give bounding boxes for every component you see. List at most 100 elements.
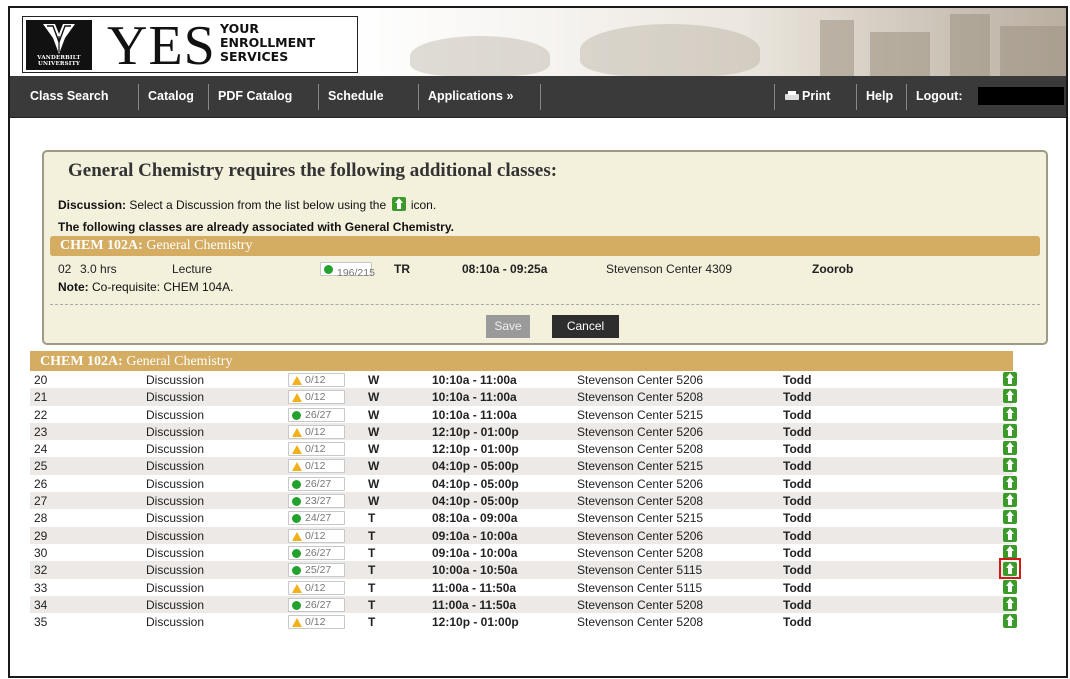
banner-building <box>870 32 930 76</box>
instructor: Todd <box>783 597 812 612</box>
warning-triangle-icon <box>292 393 302 403</box>
meeting-days: T <box>368 563 376 578</box>
meeting-days: W <box>368 390 380 405</box>
banner-building <box>1000 26 1066 76</box>
discussion-text: icon. <box>410 198 437 212</box>
seat-availability: 0/12 <box>288 424 345 439</box>
cancel-button[interactable]: Cancel <box>552 315 619 338</box>
nav-print[interactable]: Print <box>785 76 830 118</box>
arrow-up-icon[interactable] <box>1003 544 1017 559</box>
seat-count: 0/12 <box>305 425 326 438</box>
discussion-text: Select a Discussion from the list below … <box>129 198 387 212</box>
meeting-days: T <box>368 545 376 560</box>
green-dot-icon <box>292 600 301 610</box>
arrow-up-icon[interactable] <box>1003 510 1017 525</box>
arrow-up-icon[interactable] <box>1003 579 1017 594</box>
seat-availability: 23/27 <box>288 494 345 509</box>
location: Stevenson Center 5115 <box>577 563 703 578</box>
seat-count: 0/12 <box>305 616 326 629</box>
arrow-up-icon[interactable] <box>1003 389 1017 404</box>
meeting-time: 11:00a - 11:50a <box>432 597 517 612</box>
arrow-up-icon[interactable] <box>1003 493 1017 508</box>
credit-hours: 3.0 hrs <box>80 262 117 276</box>
instructor: Todd <box>783 390 812 405</box>
save-button[interactable]: Save <box>486 315 530 338</box>
component: Discussion <box>146 528 205 543</box>
nav-schedule[interactable]: Schedule <box>328 76 384 118</box>
instructor: Todd <box>783 459 812 474</box>
arrow-up-icon[interactable] <box>1003 406 1017 421</box>
yes-logo[interactable]: VANDERBILT UNIVERSITY YES YOUR ENROLLMEN… <box>22 15 358 77</box>
nav-divider <box>774 84 775 110</box>
component: Discussion <box>146 459 205 474</box>
seat-count: 0/12 <box>305 529 326 542</box>
component: Discussion <box>146 390 205 405</box>
section-number: 32 <box>34 563 48 578</box>
location: Stevenson Center 5215 <box>577 407 704 422</box>
nav-help[interactable]: Help <box>866 76 893 118</box>
table-row: 28 Discussion 24/27 T 08:10a - 09:00a Stevens… <box>30 509 1017 526</box>
meeting-days: TR <box>394 262 410 276</box>
meeting-time: 04:10p - 05:00p <box>432 459 519 474</box>
arrow-up-icon[interactable] <box>1003 423 1017 438</box>
banner-building <box>950 14 990 76</box>
nav-divider <box>418 84 419 110</box>
arrow-up-icon[interactable] <box>1003 596 1017 611</box>
banner-tree <box>580 24 760 76</box>
component: Discussion <box>146 373 205 387</box>
seat-availability: 26/27 <box>288 476 345 491</box>
nav-divider <box>856 84 857 110</box>
meeting-days: T <box>368 597 376 612</box>
seat-availability: 26/27 <box>288 545 345 560</box>
arrow-up-icon[interactable] <box>1003 441 1017 456</box>
table-row: 30 Discussion 26/27 T 09:10a - 10:00a Stevens… <box>30 544 1017 561</box>
instructor: Todd <box>783 424 812 439</box>
location: Stevenson Center 5206 <box>577 528 704 543</box>
nav-logout[interactable]: Logout: <box>916 76 963 118</box>
meeting-time: 12:10p - 01:00p <box>432 424 519 439</box>
seat-count: 0/12 <box>305 374 326 386</box>
table-row: 34 Discussion 26/27 T 11:00a - 11:50a Stevens… <box>30 595 1017 614</box>
meeting-time: 10:10a - 11:00a <box>432 407 517 422</box>
location: Stevenson Center 5208 <box>577 494 704 509</box>
seat-count: 26/27 <box>305 477 332 490</box>
nav-pdf-catalog[interactable]: PDF Catalog <box>218 76 292 118</box>
yes-wordmark: YES <box>107 15 216 77</box>
component: Discussion <box>146 476 205 491</box>
seat-count: 0/12 <box>305 581 326 594</box>
discussion-list: 20 Discussion 0/12 W 10:10a - 11:00a Stevenso… <box>30 371 1021 630</box>
meeting-time: 08:10a - 09:00a <box>432 511 518 526</box>
nav-class-search[interactable]: Class Search <box>30 76 109 118</box>
table-row: 29 Discussion 0/12 T 09:10a - 10:00a Stevenso… <box>30 526 1017 544</box>
location: Stevenson Center 5208 <box>577 442 704 457</box>
warning-triangle-icon <box>292 427 302 437</box>
table-row: 23 Discussion 0/12 W 12:10p - 01:00p Stevenso… <box>30 422 1017 441</box>
table-row: 26 Discussion 26/27 W 04:10p - 05:00p Stevens… <box>30 475 1017 492</box>
instructor: Todd <box>783 442 812 457</box>
arrow-up-icon[interactable] <box>1003 614 1017 629</box>
table-row: 33 Discussion 0/12 T 11:00a - 11:50a Stevenso… <box>30 579 1017 596</box>
section-number: 23 <box>34 424 48 439</box>
associated-class-row: 02 3.0 hrs Lecture 196/215 TR 08:10a - 0… <box>44 258 1044 279</box>
green-dot-icon <box>292 479 301 489</box>
nav-applications[interactable]: Applications » <box>428 76 513 118</box>
meeting-time: 12:10p - 01:00p <box>432 615 519 630</box>
meeting-days: W <box>368 476 380 491</box>
location: Stevenson Center 4309 <box>606 262 733 276</box>
component: Discussion <box>146 511 205 526</box>
nav-divider <box>906 84 907 110</box>
university-name: VANDERBILT UNIVERSITY <box>37 55 81 67</box>
section-number: 29 <box>34 528 48 543</box>
arrow-up-icon <box>391 197 406 211</box>
arrow-up-icon[interactable] <box>1003 458 1017 473</box>
location: Stevenson Center 5208 <box>577 597 704 612</box>
site-header: VANDERBILT UNIVERSITY YES YOUR ENROLLMEN… <box>10 8 1066 77</box>
selection-highlight <box>999 558 1021 580</box>
arrow-up-icon[interactable] <box>1003 372 1017 386</box>
nav-catalog[interactable]: Catalog <box>148 76 194 118</box>
section-number: 30 <box>34 545 48 560</box>
arrow-up-icon[interactable] <box>1003 475 1017 490</box>
arrow-up-icon[interactable] <box>1003 527 1017 542</box>
note-text: Co-requisite: CHEM 104A. <box>92 280 234 294</box>
section-number: 24 <box>34 442 48 457</box>
